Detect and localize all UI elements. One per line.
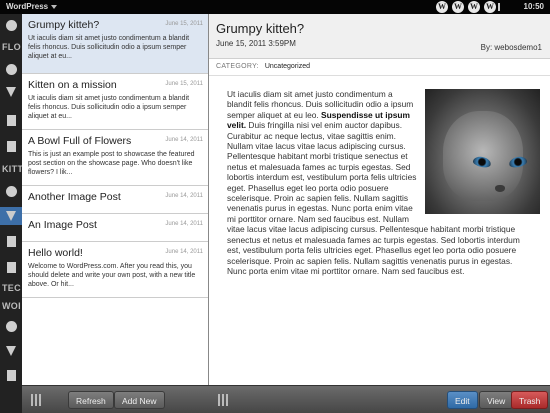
signal-icon <box>498 3 504 11</box>
post-excerpt: Ut iaculis diam sit amet justo condiment… <box>28 95 190 120</box>
rail-section-label: FLO <box>2 42 21 52</box>
notification-icons: W W W W <box>436 1 496 13</box>
category-bar: CATEGORY: Uncategorized <box>209 59 550 76</box>
pin-icon[interactable] <box>6 87 16 97</box>
category-label: CATEGORY: <box>216 63 259 70</box>
page-icon[interactable] <box>7 236 16 247</box>
page-icon[interactable] <box>7 141 16 152</box>
post-list-panel: Grumpy kitteh? June 15, 2011 Ut iaculis … <box>22 14 209 413</box>
post-list-item[interactable]: A Bowl Full of Flowers June 14, 2011 Thi… <box>22 130 208 186</box>
pin-icon[interactable] <box>6 211 16 221</box>
category-value: Uncategorized <box>264 63 310 70</box>
pin-icon[interactable] <box>6 346 16 356</box>
post-date: June 14, 2011 <box>165 193 203 199</box>
clock[interactable]: 10:50 <box>524 2 544 11</box>
post-date: June 14, 2011 <box>165 137 203 143</box>
post-excerpt: Ut iaculis diam sit amet justo condiment… <box>28 35 190 60</box>
post-list-item[interactable]: Hello world! June 14, 2011 Welcome to Wo… <box>22 242 208 298</box>
page-icon[interactable] <box>7 115 16 126</box>
wordpress-icon: W <box>452 1 464 13</box>
post-excerpt: Welcome to WordPress.com. After you read… <box>28 263 196 288</box>
status-bar: WordPress W W W W 10:50 <box>0 0 550 14</box>
cat-face <box>443 111 528 201</box>
post-list-item[interactable]: An Image Post June 14, 2011 <box>22 214 208 242</box>
post-detail-title: Grumpy kitteh? <box>216 21 305 36</box>
post-date: June 15, 2011 <box>165 81 203 87</box>
cat-eye <box>508 155 528 169</box>
app-menu[interactable]: WordPress <box>6 2 57 11</box>
page-icon[interactable] <box>7 262 16 273</box>
comments-icon[interactable] <box>6 64 17 75</box>
post-list-item[interactable]: Another Image Post June 14, 2011 <box>22 186 208 214</box>
drag-handle-icon[interactable] <box>218 394 228 406</box>
view-button[interactable]: View <box>479 391 514 409</box>
page-icon[interactable] <box>7 370 16 381</box>
add-new-button[interactable]: Add New <box>114 391 165 409</box>
post-date: June 14, 2011 <box>165 249 203 255</box>
post-excerpt: This is just an example post to showcase… <box>28 151 195 176</box>
cat-eye <box>472 155 492 169</box>
comments-icon[interactable] <box>6 20 17 31</box>
post-list-item[interactable]: Kitten on a mission June 15, 2011 Ut iac… <box>22 74 208 130</box>
detail-toolbar: Edit View Trash <box>209 385 550 413</box>
post-list-item[interactable]: Grumpy kitteh? June 15, 2011 Ut iaculis … <box>22 14 208 74</box>
post-header: Grumpy kitteh? June 15, 2011 3:59PM By: … <box>209 14 550 59</box>
post-date: June 14, 2011 <box>165 221 203 227</box>
comments-icon[interactable] <box>6 321 17 332</box>
post-body: Ut iaculis diam sit amet justo condiment… <box>209 76 550 276</box>
list-toolbar: Refresh Add New <box>22 385 209 413</box>
blog-rail: FLO KITT TEC WOI <box>0 14 22 413</box>
post-date: June 15, 2011 <box>165 21 203 27</box>
wordpress-icon: W <box>484 1 496 13</box>
wordpress-icon: W <box>468 1 480 13</box>
drag-handle-icon[interactable] <box>31 394 41 406</box>
rail-section-label: TEC <box>2 283 21 293</box>
post-author: By: webosdemo1 <box>480 43 542 52</box>
rail-section-label: KITT <box>2 164 22 174</box>
refresh-button[interactable]: Refresh <box>68 391 114 409</box>
post-detail-panel: Grumpy kitteh? June 15, 2011 3:59PM By: … <box>209 14 550 413</box>
rail-section-label: WOI <box>2 301 21 311</box>
edit-button[interactable]: Edit <box>447 391 478 409</box>
wordpress-icon: W <box>436 1 448 13</box>
cat-nose <box>495 185 505 192</box>
cat-photo <box>425 89 540 214</box>
trash-button[interactable]: Trash <box>511 391 549 409</box>
comments-icon[interactable] <box>6 186 17 197</box>
